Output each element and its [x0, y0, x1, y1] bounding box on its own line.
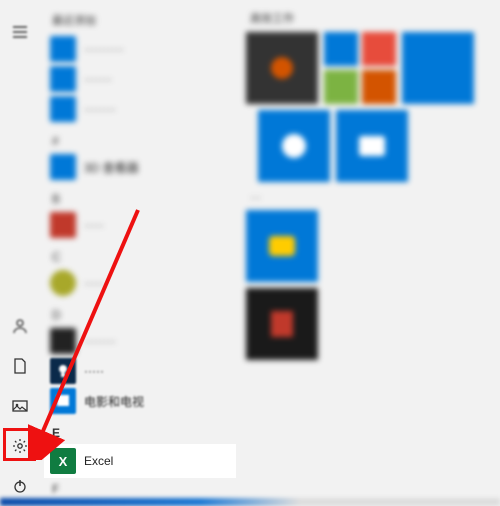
annotation-highlight-box: [3, 428, 36, 461]
list-item[interactable]: ·····: [44, 210, 236, 240]
user-icon[interactable]: [0, 306, 40, 346]
list-item[interactable]: ··········: [44, 34, 236, 64]
letter-header-e[interactable]: E: [52, 426, 228, 440]
app-list: 最近添加 ·········· ······· ········ # 3D 查看…: [40, 0, 240, 506]
list-item[interactable]: ·······: [44, 64, 236, 94]
movies-tv-label: 电影和电视: [84, 393, 144, 410]
letter-header[interactable]: F: [52, 482, 228, 496]
excel-label: Excel: [84, 454, 113, 468]
tile-group-header[interactable]: 高效工作: [250, 10, 490, 26]
letter-header[interactable]: B: [52, 192, 228, 206]
recent-header: 最近添加: [52, 12, 228, 28]
tile[interactable]: [324, 70, 358, 104]
letter-header[interactable]: #: [52, 134, 228, 148]
tile[interactable]: [246, 210, 318, 282]
list-item[interactable]: ·····: [44, 268, 236, 298]
movies-tv-item[interactable]: 电影和电视: [44, 386, 236, 416]
tile[interactable]: [362, 32, 396, 66]
tile[interactable]: [324, 32, 358, 66]
tile[interactable]: [258, 110, 330, 182]
pictures-icon[interactable]: [0, 386, 40, 426]
excel-icon: X: [50, 448, 76, 474]
tile[interactable]: [246, 32, 318, 104]
menu-icon[interactable]: [0, 12, 40, 52]
tile[interactable]: [246, 288, 318, 360]
tile-panel: 高效工作 ···: [240, 0, 500, 506]
tile[interactable]: [362, 70, 396, 104]
tile-group-header[interactable]: ···: [250, 192, 490, 204]
list-item[interactable]: ········: [44, 326, 236, 356]
excel-item[interactable]: X Excel: [44, 444, 236, 478]
letter-header[interactable]: D: [52, 308, 228, 322]
documents-icon[interactable]: [0, 346, 40, 386]
list-item[interactable]: 3D 查看器: [44, 152, 236, 182]
taskbar[interactable]: [0, 498, 500, 506]
list-item[interactable]: ·····: [44, 356, 236, 386]
list-item[interactable]: ········: [44, 94, 236, 124]
letter-header[interactable]: C: [52, 250, 228, 264]
tile[interactable]: [336, 110, 408, 182]
tile[interactable]: [402, 32, 474, 104]
